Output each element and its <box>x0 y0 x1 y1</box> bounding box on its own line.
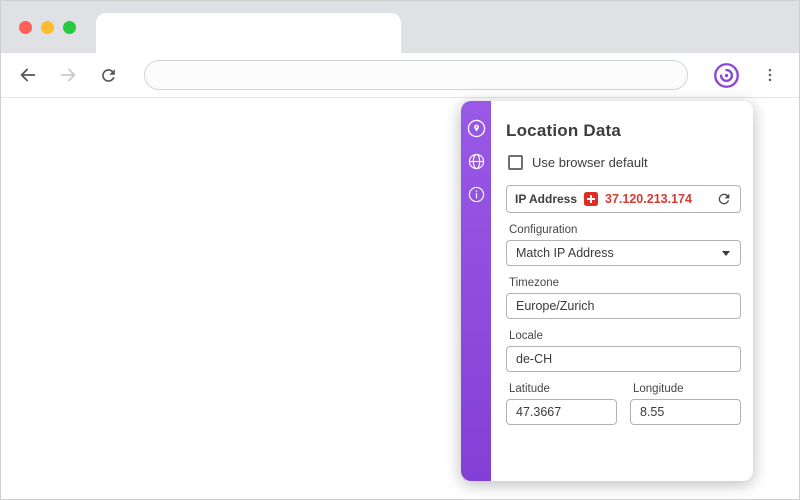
address-bar[interactable] <box>144 60 688 90</box>
panel-title: Location Data <box>506 121 622 140</box>
latitude-input[interactable] <box>506 399 617 425</box>
back-button[interactable] <box>16 63 40 87</box>
use-browser-default-label: Use browser default <box>532 155 648 170</box>
configuration-selected-value: Match IP Address <box>516 246 614 260</box>
vytal-logo-icon <box>713 62 739 88</box>
browser-titlebar <box>1 1 799 53</box>
switzerland-flag-icon <box>584 192 599 206</box>
locale-label: Locale <box>509 330 543 342</box>
panel-sidebar <box>461 101 491 481</box>
globe-icon <box>468 153 484 169</box>
timezone-label: Timezone <box>509 277 560 289</box>
window-controls <box>19 21 76 34</box>
browser-menu-button[interactable] <box>756 61 784 89</box>
vytal-popup-panel: Location Data Use browser default IP Add… <box>461 101 753 481</box>
refresh-ip-button[interactable] <box>716 191 732 207</box>
configuration-label: Configuration <box>509 224 578 236</box>
configuration-select[interactable]: Match IP Address <box>506 240 741 266</box>
panel-body: Location Data Use browser default IP Add… <box>491 101 753 481</box>
latitude-label: Latitude <box>509 383 550 395</box>
location-pin-icon <box>467 119 485 137</box>
minimize-window-button[interactable] <box>41 21 54 34</box>
refresh-icon <box>718 193 730 205</box>
browser-tab[interactable] <box>96 13 401 53</box>
ip-address-label: IP Address <box>515 192 578 206</box>
forward-button[interactable] <box>56 63 80 87</box>
vytal-extension-button[interactable] <box>712 61 740 89</box>
browser-toolbar <box>1 53 799 98</box>
latitude-field: Latitude <box>506 372 617 425</box>
chevron-down-icon <box>722 250 730 256</box>
info-icon <box>468 186 484 202</box>
longitude-field: Longitude <box>630 372 741 425</box>
longitude-label: Longitude <box>633 383 684 395</box>
coordinates-row: Latitude Longitude <box>506 372 741 425</box>
locale-input[interactable] <box>506 346 741 372</box>
forward-arrow-icon <box>60 68 76 82</box>
ip-address-box: IP Address 37.120.213.174 <box>506 185 741 213</box>
sidebar-tab-info[interactable] <box>466 184 486 204</box>
sidebar-tab-browser[interactable] <box>466 151 486 171</box>
longitude-input[interactable] <box>630 399 741 425</box>
zoom-window-button[interactable] <box>63 21 76 34</box>
reload-icon <box>101 68 115 82</box>
timezone-input[interactable] <box>506 293 741 319</box>
sidebar-tab-location[interactable] <box>466 118 486 138</box>
back-arrow-icon <box>20 68 36 82</box>
kebab-menu-icon <box>768 68 772 82</box>
use-browser-default-checkbox[interactable] <box>508 155 523 170</box>
close-window-button[interactable] <box>19 21 32 34</box>
reload-button[interactable] <box>96 63 120 87</box>
browser-window: Location Data Use browser default IP Add… <box>0 0 800 500</box>
browser-default-row: Use browser default <box>508 155 741 170</box>
ip-address-value: 37.120.213.174 <box>605 192 692 206</box>
